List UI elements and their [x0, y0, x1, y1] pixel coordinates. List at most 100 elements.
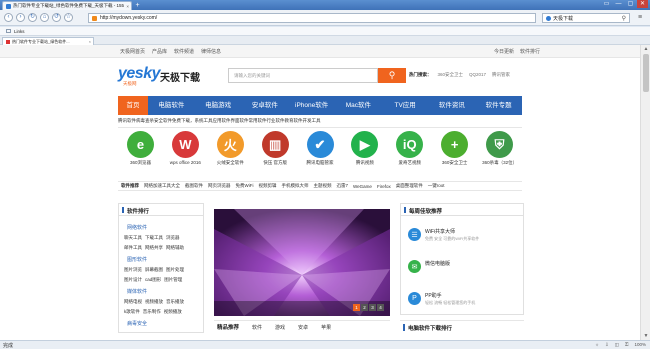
app-icon[interactable]: 火	[216, 131, 244, 158]
category-title[interactable]: 媒体软件	[127, 288, 147, 295]
top-link[interactable]: 天极网首页	[120, 48, 145, 55]
page-tab[interactable]: 热门软件专业下载站_绿色软件... ×	[2, 37, 94, 45]
slider-page-button[interactable]: 1	[353, 304, 360, 311]
pp-assistant-icon[interactable]: P	[408, 292, 421, 305]
category-link[interactable]: 下载工具	[145, 235, 163, 241]
nav-item-home[interactable]: 首页	[118, 96, 148, 115]
item-name[interactable]: PP助手	[425, 292, 475, 299]
category-link[interactable]: 屏幕截图	[145, 267, 163, 273]
app-icon[interactable]: +	[441, 131, 469, 158]
tab-close-icon[interactable]: ×	[126, 4, 131, 9]
browser-tab[interactable]: 热门软件专业下载站_绿色软件免费下载_天极下载 - 155浏览器 ×	[2, 1, 132, 10]
category-link[interactable]: 视频播放	[145, 299, 163, 305]
minimize-button[interactable]: —	[613, 0, 624, 8]
category-link[interactable]: k歌软件	[124, 309, 140, 315]
category-link[interactable]: 图片设计	[124, 277, 142, 283]
software-rank-link[interactable]: 软件排行	[520, 48, 540, 55]
top-link[interactable]: 软件频道	[174, 48, 194, 55]
nav-item[interactable]: iPhone软件	[288, 96, 335, 115]
slider-page-button[interactable]: 4	[377, 304, 384, 311]
app-label[interactable]: 腾讯视频	[356, 160, 374, 166]
app-label[interactable]: 360安全卫士	[442, 160, 468, 166]
forward-button[interactable]: ›	[16, 13, 25, 22]
category-link[interactable]: 网络共享	[145, 245, 163, 251]
nav-item[interactable]: 电脑软件	[148, 96, 195, 115]
site-logo[interactable]: yesky 天极网 天极下载	[118, 65, 228, 89]
recommend-item[interactable]: ✉ 微信电脑版	[408, 260, 450, 273]
recommend-link[interactable]: 主题视频	[314, 183, 332, 189]
hot-term[interactable]: QQ2017	[469, 72, 486, 78]
home-button[interactable]: ⌂	[40, 13, 49, 22]
weather-icon[interactable]: ☼	[595, 342, 599, 348]
nav-item[interactable]: TV应用	[382, 96, 429, 115]
app-item[interactable]: ▶ 腾讯视频	[342, 131, 387, 171]
category-link[interactable]: 视频播放	[164, 309, 182, 315]
vertical-scrollbar[interactable]: ▲ ▼	[640, 45, 650, 340]
recommend-link[interactable]: 视频剪辑	[259, 183, 277, 189]
category-link[interactable]: 聊天工具	[124, 235, 142, 241]
close-window-button[interactable]: ✕	[637, 0, 648, 8]
app-icon[interactable]: W	[171, 131, 199, 158]
recommend-link[interactable]: 桌面整理软件	[396, 183, 423, 189]
address-bar[interactable]: http://mydown.yesky.com/	[88, 13, 536, 23]
app-icon[interactable]: ▶	[351, 131, 379, 158]
favorite-button[interactable]: ☆	[64, 13, 73, 22]
scroll-thumb[interactable]	[643, 54, 649, 92]
app-label[interactable]: 360浏览器	[130, 160, 151, 166]
app-icon[interactable]: ⛨	[486, 131, 514, 158]
today-update-link[interactable]: 今日更新	[494, 48, 514, 55]
screen-icon[interactable]: ◫	[615, 342, 619, 348]
scroll-down-icon[interactable]: ▼	[642, 332, 650, 340]
app-item[interactable]: iQ 爱奇艺视频	[387, 131, 432, 171]
item-name[interactable]: 微信电脑版	[425, 260, 450, 267]
category-link[interactable]: 音乐制作	[143, 309, 161, 315]
hot-term[interactable]: 腾讯管家	[492, 72, 510, 78]
app-label[interactable]: 360杀毒（32位）	[482, 160, 517, 166]
app-label[interactable]: 爱奇艺视频	[399, 160, 422, 166]
search-box[interactable]: 天极下载 ⚲	[542, 13, 630, 23]
top-link[interactable]: 律师信息	[201, 48, 221, 55]
nav-item[interactable]: 电脑游戏	[195, 96, 242, 115]
refresh-button[interactable]: ↻	[28, 13, 37, 22]
recommend-item[interactable]: ☰ WiFi共享大师 免费 安全 可靠的WiFi共享软件	[408, 228, 479, 242]
search-engine-icon[interactable]	[546, 15, 551, 21]
app-label[interactable]: wps office 2016	[170, 160, 201, 165]
nav-item[interactable]: 软件资讯	[429, 96, 476, 115]
recommend-link[interactable]: WeGame	[353, 184, 372, 189]
page-tab-close-icon[interactable]: ×	[89, 39, 93, 44]
banner-slider[interactable]	[214, 209, 390, 316]
category-link[interactable]: 邮件工具	[124, 245, 142, 251]
item-name[interactable]: WiFi共享大师	[425, 228, 479, 235]
recommend-link[interactable]: Firefox	[377, 184, 391, 189]
featured-tab[interactable]: 软件	[252, 324, 262, 331]
zoom-level[interactable]: 100%	[634, 342, 646, 348]
app-item[interactable]: 火火绒安全软件	[208, 131, 253, 171]
recommend-link[interactable]: 网页浏览器	[208, 183, 231, 189]
app-label[interactable]: 腾讯电脑管家	[307, 160, 334, 166]
scroll-up-icon[interactable]: ▲	[642, 45, 650, 53]
app-icon[interactable]: ✔	[306, 131, 334, 158]
skin-button[interactable]: ▭	[601, 0, 612, 8]
recommend-link[interactable]: 网络加速工具大全	[144, 183, 180, 189]
category-link[interactable]: 音乐播放	[166, 299, 184, 305]
recommend-item[interactable]: P PP助手 轻松 流畅 轻松管理您的手机	[408, 292, 475, 306]
category-link[interactable]: 图片浏览	[124, 267, 142, 273]
nav-item[interactable]: 安卓软件	[242, 96, 289, 115]
featured-tab[interactable]: 苹果	[321, 324, 331, 331]
search-icon[interactable]: ⚲	[622, 15, 626, 22]
app-label[interactable]: 快压 官方版	[263, 160, 287, 166]
app-item[interactable]: Wwps office 2016	[163, 131, 208, 171]
app-item[interactable]: ▥ 快压 官方版	[253, 131, 298, 171]
recommend-link[interactable]: 迅雷7	[337, 183, 349, 189]
category-title[interactable]: 图形软件	[127, 256, 147, 263]
security-icon[interactable]: ⚿	[625, 342, 628, 348]
menu-icon[interactable]: ≡	[635, 14, 645, 22]
app-icon[interactable]: e	[126, 131, 154, 158]
wifi-app-icon[interactable]: ☰	[408, 228, 421, 241]
wechat-icon[interactable]: ✉	[408, 260, 421, 273]
app-item[interactable]: ✔ 腾讯电脑管家	[298, 131, 343, 171]
featured-tab[interactable]: 安卓	[298, 324, 308, 331]
download-icon[interactable]: ⇩	[605, 342, 609, 348]
maximize-button[interactable]: ▢	[625, 0, 636, 8]
recommend-link[interactable]: 手机模拟大师	[282, 183, 309, 189]
